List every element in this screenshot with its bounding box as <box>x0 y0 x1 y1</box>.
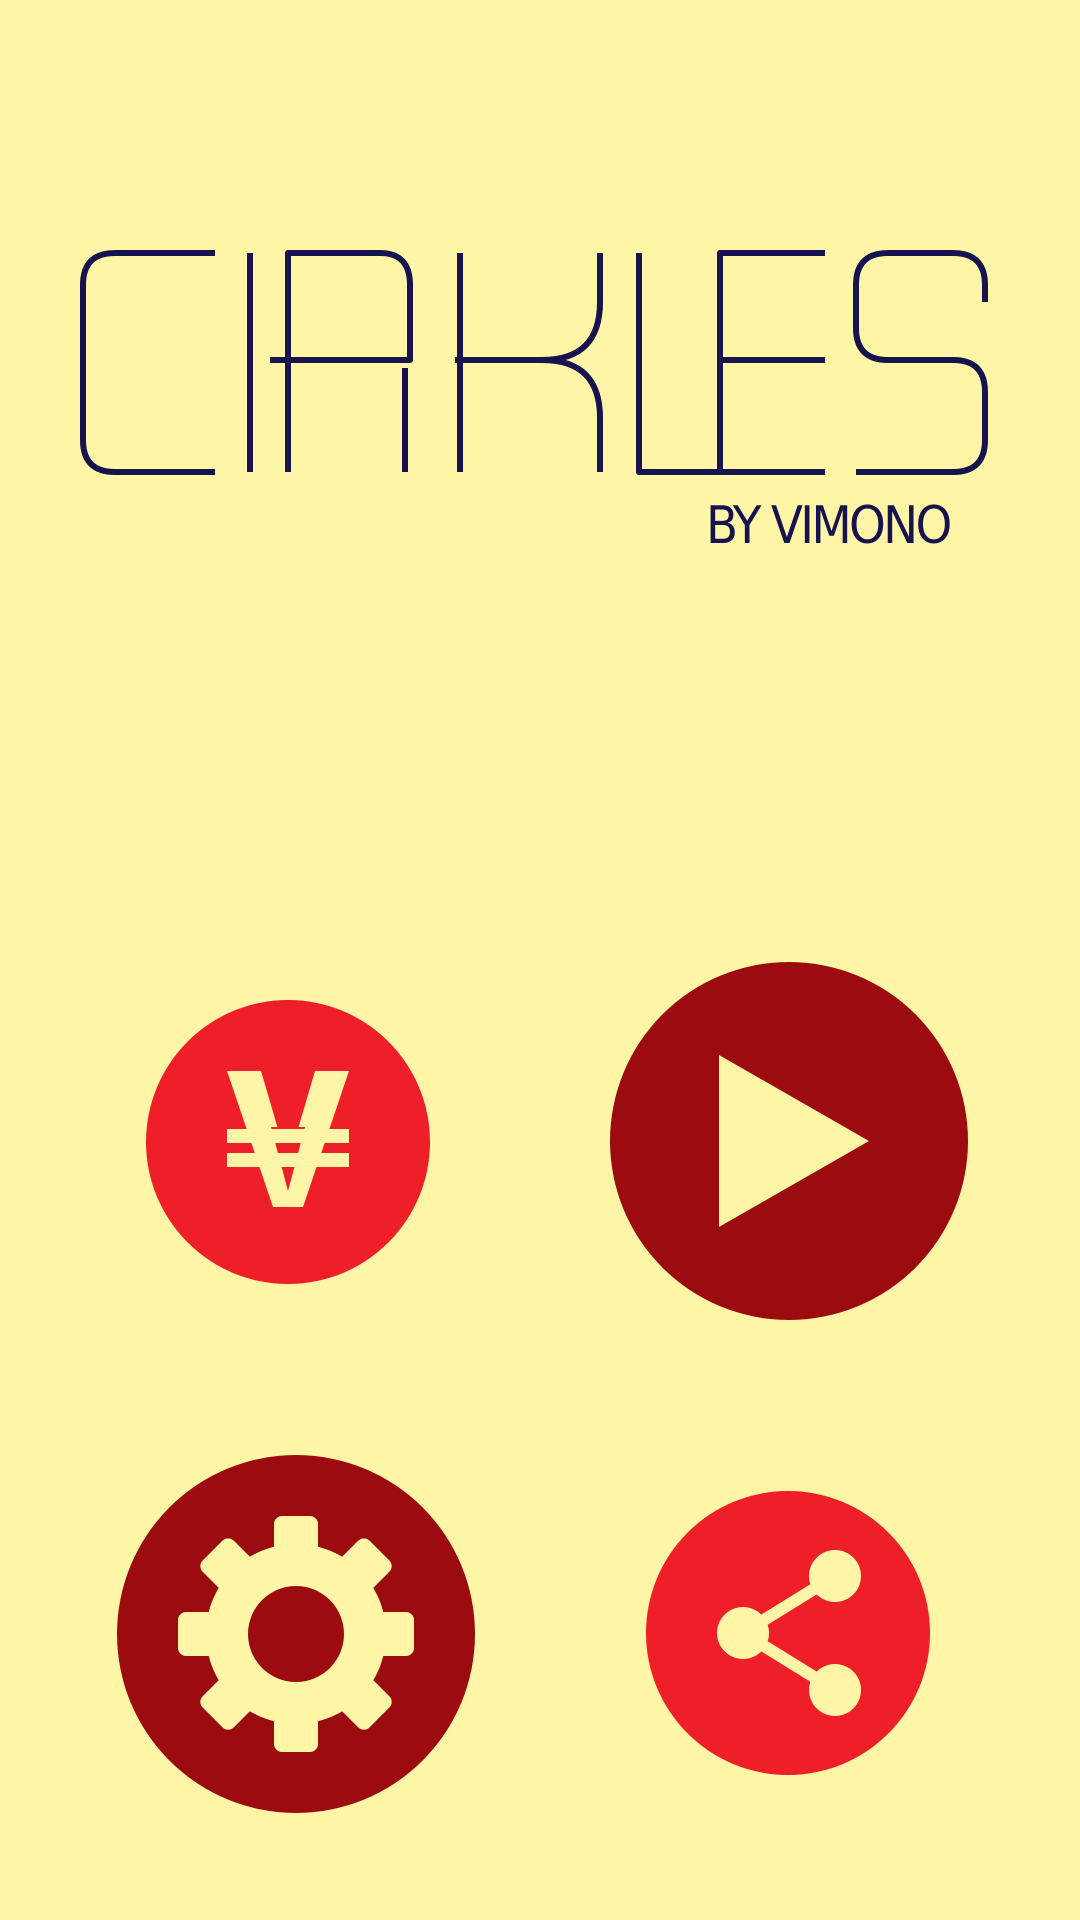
settings-button[interactable] <box>117 1455 475 1813</box>
main-menu-screen: CIRKLES BY VIMONO <box>0 0 1080 1920</box>
play-button[interactable] <box>610 962 968 1320</box>
store-button[interactable] <box>146 1000 430 1284</box>
share-icon <box>717 1550 861 1716</box>
currency-icon <box>227 1071 349 1207</box>
share-button[interactable] <box>646 1491 930 1775</box>
play-icon <box>719 1055 869 1227</box>
game-title-logo <box>80 250 988 475</box>
game-title: CIRKLES <box>80 250 1000 475</box>
developer-credit: BY VIMONO <box>706 496 952 556</box>
gear-icon <box>178 1516 414 1752</box>
title-logo-strokes <box>80 250 988 475</box>
